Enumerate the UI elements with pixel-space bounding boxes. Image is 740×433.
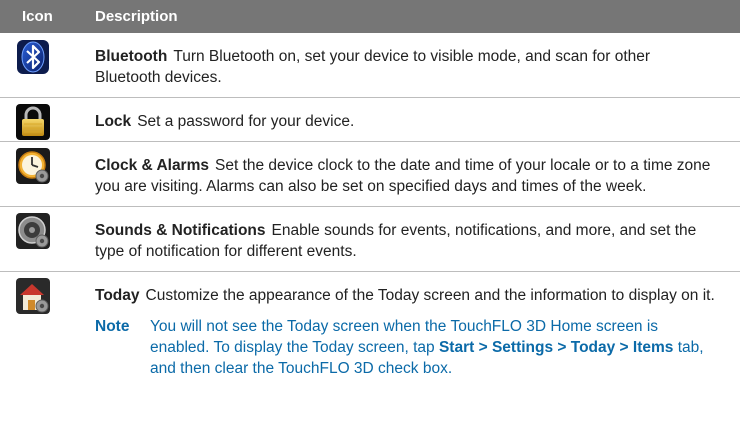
row-description: Bluetooth Turn Bluetooth on, set your dev…: [95, 33, 740, 97]
row-title: Today: [95, 287, 140, 304]
table-row-today: Today Customize the appearance of the Tod…: [0, 272, 740, 388]
today-home-icon: [16, 278, 50, 314]
note-text: You will not see the Today screen when t…: [150, 316, 716, 379]
row-text: Customize the appearance of the Today sc…: [145, 287, 715, 304]
row-text: Turn Bluetooth on, set your device to vi…: [95, 48, 651, 86]
row-description: Clock & Alarms Set the device clock to th…: [95, 142, 740, 206]
row-title: Sounds & Notifications: [95, 222, 266, 239]
table-header: Icon Description: [0, 0, 740, 33]
header-icon-column: Icon: [22, 8, 53, 25]
row-title: Clock & Alarms: [95, 157, 209, 174]
header-description-column: Description: [95, 8, 178, 25]
table-row-sounds-notifications: Sounds & Notifications Enable sounds for …: [0, 207, 740, 272]
table-row-lock: Lock Set a password for your device.: [0, 98, 740, 142]
row-title: Lock: [95, 113, 132, 130]
note-block: Note You will not see the Today screen w…: [95, 316, 716, 379]
lock-icon: [16, 104, 50, 140]
clock-alarms-icon: [16, 148, 50, 184]
row-text: Set a password for your device.: [137, 113, 355, 130]
settings-icon-table: Icon Description Bluetooth Turn Bluetooth…: [0, 0, 740, 388]
bluetooth-icon: [17, 40, 49, 74]
table-row-clock-alarms: Clock & Alarms Set the device clock to th…: [0, 142, 740, 207]
table-row-bluetooth: Bluetooth Turn Bluetooth on, set your dev…: [0, 33, 740, 98]
note-path: Start > Settings > Today > Items: [438, 339, 674, 356]
row-description: Today Customize the appearance of the Tod…: [95, 272, 740, 388]
note-label: Note: [95, 318, 130, 335]
row-description: Lock Set a password for your device.: [95, 98, 740, 141]
row-title: Bluetooth: [95, 48, 168, 65]
sounds-notifications-icon: [16, 213, 50, 249]
row-description: Sounds & Notifications Enable sounds for …: [95, 207, 740, 271]
